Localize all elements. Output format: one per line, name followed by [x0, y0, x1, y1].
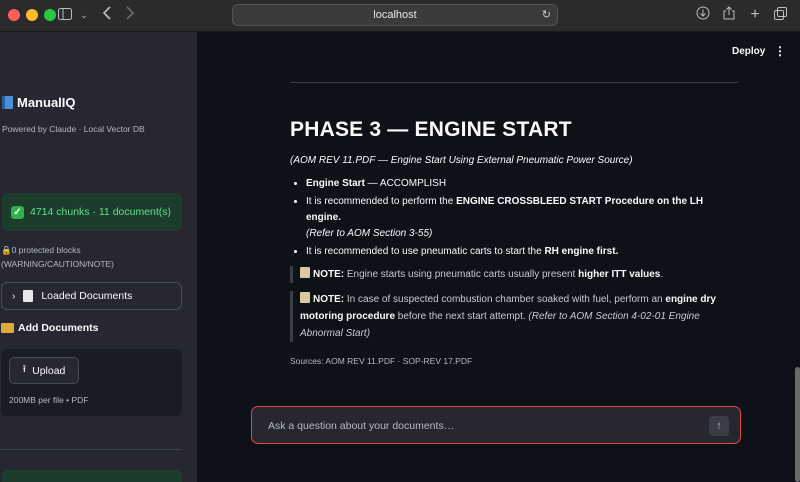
note-text: Engine starts using pneumatic carts usua…	[344, 269, 579, 280]
memo-icon	[300, 292, 310, 303]
upload-limit-caption: 200MB per file • PDF	[9, 395, 89, 405]
index-status-badge: ✓ 4714 chunks · 11 document(s)	[2, 193, 182, 231]
add-documents-heading: Add Documents	[1, 322, 99, 334]
maximize-window-button[interactable]	[44, 9, 56, 21]
protected-types: (WARNING/CAUTION/NOTE)	[1, 259, 115, 269]
back-button[interactable]	[101, 6, 113, 24]
note-block: NOTE: In case of suspected combustion ch…	[290, 291, 740, 342]
document-icon	[23, 290, 34, 302]
powered-by-caption: Powered by Claude · Local Vector DB	[2, 124, 145, 134]
step-reference: (Refer to AOM Section 3-55)	[306, 228, 433, 239]
send-button[interactable]: ↑	[709, 416, 729, 436]
app-title: ManualIQ	[2, 95, 76, 110]
upload-button[interactable]: ⭱ Upload	[9, 357, 79, 384]
step-text: It is recommended to use pneumatic carts…	[306, 246, 545, 257]
chat-input-container[interactable]: ↑	[251, 406, 741, 444]
sidebar-toggle-icon[interactable]	[58, 6, 72, 24]
sources-caption: Sources: AOM REV 11.PDF · SOP-REV 17.PDF	[290, 356, 473, 366]
step-text: It is recommended to perform the	[306, 196, 457, 207]
download-icon[interactable]	[696, 6, 710, 24]
protected-blocks-info: 🔒0 protected blocks (WARNING/CAUTION/NOT…	[1, 243, 114, 271]
tab-overview-icon[interactable]	[773, 6, 787, 24]
sidebar-status-box-partial	[2, 470, 182, 482]
deploy-button[interactable]: Deploy	[732, 46, 765, 57]
sidebar-divider	[0, 449, 182, 450]
protected-count: 0 protected blocks	[11, 245, 81, 255]
new-tab-icon[interactable]: +	[748, 6, 762, 24]
file-uploader[interactable]: ⭱ Upload 200MB per file • PDF	[1, 349, 182, 416]
folder-icon	[1, 323, 14, 333]
upload-label: Upload	[32, 364, 66, 377]
list-item: Engine Start — ACCOMPLISH	[306, 176, 740, 192]
note-block: NOTE: Engine starts using pneumatic cart…	[290, 266, 740, 283]
procedure-list: Engine Start — ACCOMPLISH It is recommen…	[290, 176, 740, 260]
chevron-right-icon: ›	[12, 290, 16, 302]
note-text: before the next start attempt.	[395, 311, 529, 322]
index-status-text: 4714 chunks · 11 document(s)	[30, 206, 172, 218]
app-title-text: ManualIQ	[17, 95, 76, 110]
memo-icon	[300, 267, 310, 278]
forward-button[interactable]	[124, 6, 136, 24]
browser-toolbar: ⌄ localhost ↻ +	[0, 0, 800, 32]
phase-subtitle: (AOM REV 11.PDF — Engine Start Using Ext…	[290, 155, 633, 166]
phase-title: PHASE 3 — ENGINE START	[290, 118, 572, 141]
share-icon[interactable]	[722, 6, 736, 24]
check-icon: ✓	[11, 205, 24, 219]
note-label: NOTE:	[313, 269, 345, 280]
loaded-documents-expander[interactable]: › Loaded Documents	[1, 282, 182, 310]
note-label: NOTE:	[313, 294, 345, 305]
book-icon	[2, 96, 13, 109]
note-text: In case of suspected combustion chamber …	[344, 294, 666, 305]
loaded-documents-label: Loaded Documents	[41, 290, 133, 302]
content-divider	[290, 82, 738, 83]
more-menu-icon[interactable]: ⋮	[774, 44, 786, 58]
sidebar: ManualIQ Powered by Claude · Local Vecto…	[0, 32, 197, 482]
address-bar[interactable]: localhost ↻	[232, 4, 558, 26]
reload-icon[interactable]: ↻	[542, 8, 551, 21]
step-bold: Engine Start	[306, 178, 365, 189]
list-item: It is recommended to perform the ENGINE …	[306, 194, 740, 242]
lock-icon: 🔒	[1, 245, 12, 255]
step-bold: RH engine first.	[544, 246, 619, 257]
answer-message: PHASE 3 — ENGINE START (AOM REV 11.PDF —…	[290, 118, 740, 366]
note-text: .	[660, 269, 664, 280]
close-window-button[interactable]	[8, 9, 20, 21]
scrollbar[interactable]	[795, 367, 800, 482]
upload-icon: ⭱	[22, 364, 27, 375]
minimize-window-button[interactable]	[26, 9, 38, 21]
chat-input[interactable]	[268, 419, 688, 433]
main-panel: Deploy ⋮ PHASE 3 — ENGINE START (AOM REV…	[197, 32, 800, 482]
url-text: localhost	[373, 9, 417, 21]
add-documents-label: Add Documents	[18, 322, 99, 334]
chevron-down-icon[interactable]: ⌄	[79, 6, 89, 24]
note-bold: higher ITT values	[578, 269, 661, 280]
step-text: — ACCOMPLISH	[364, 178, 447, 189]
list-item: It is recommended to use pneumatic carts…	[306, 244, 740, 260]
